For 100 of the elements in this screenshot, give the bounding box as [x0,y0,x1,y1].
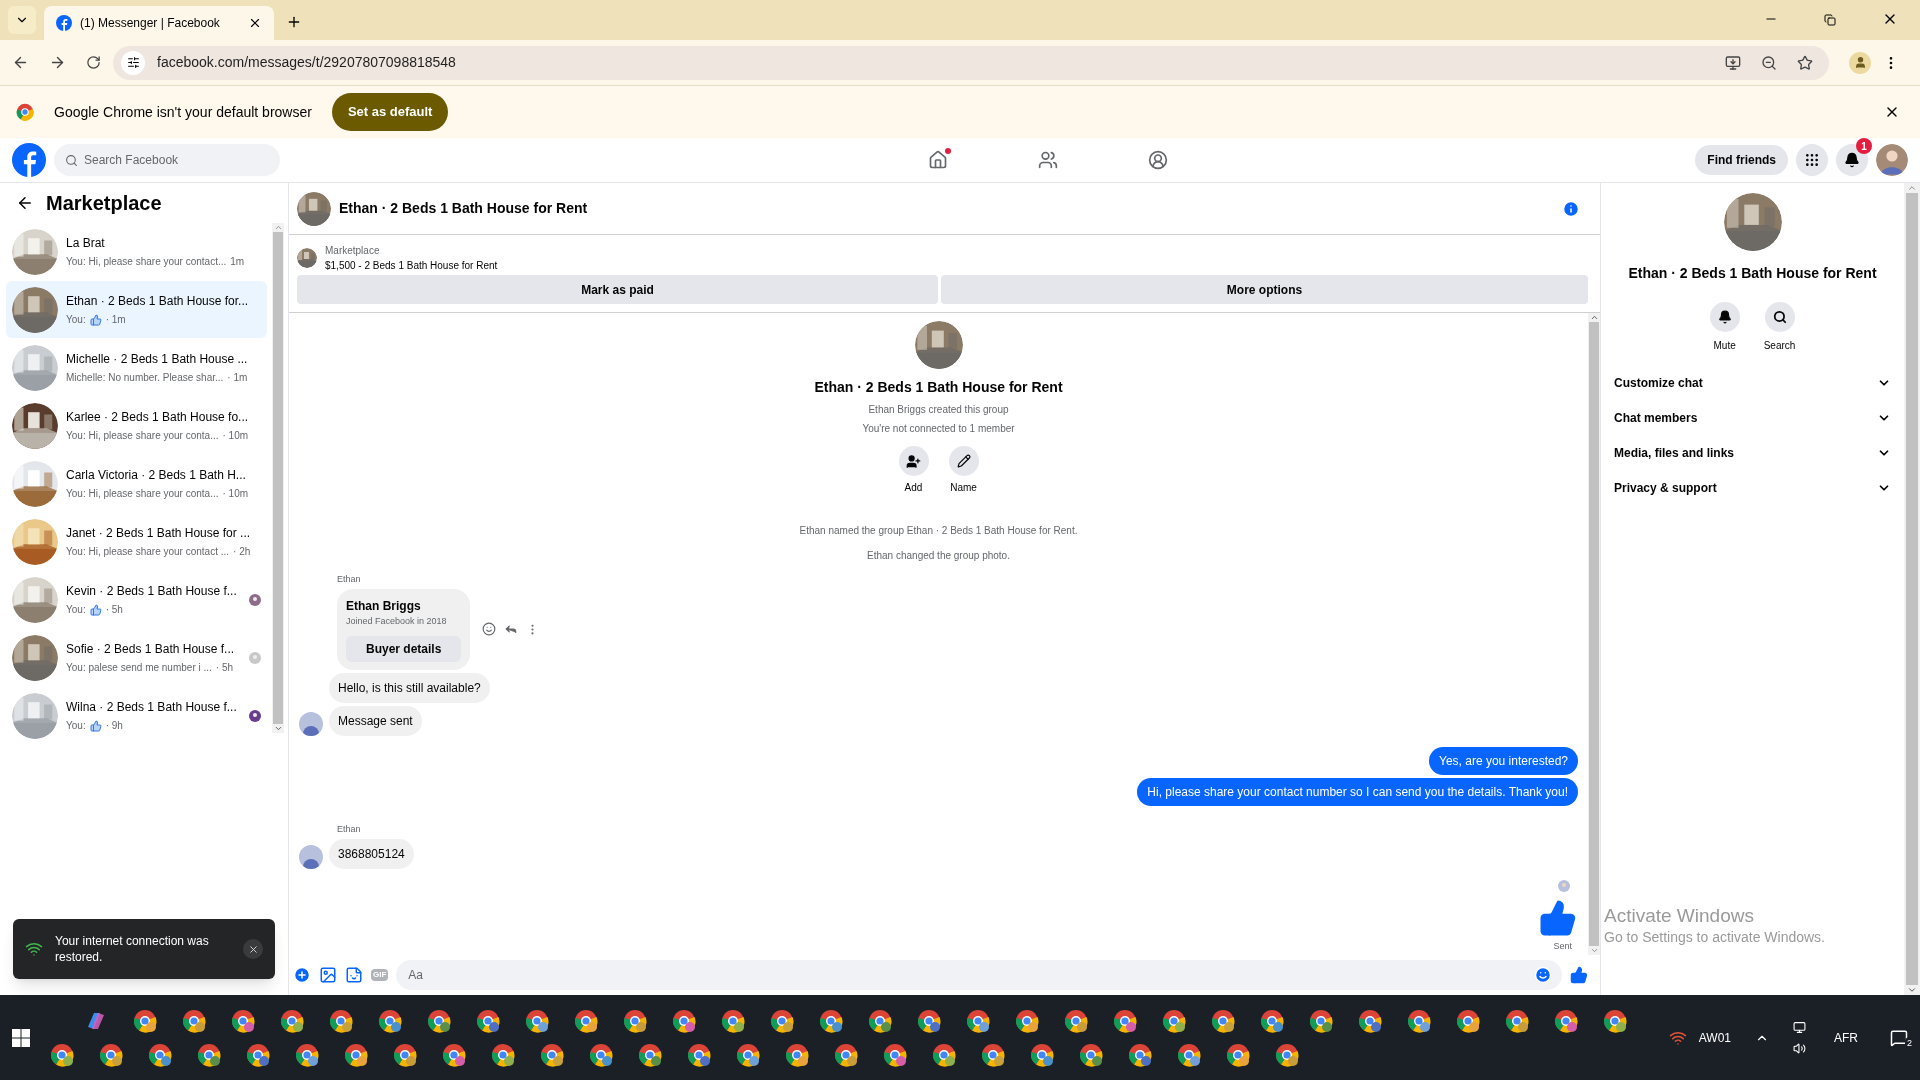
add-icon[interactable] [293,966,311,984]
listing-action-button[interactable]: More options [941,275,1588,304]
scroll-down-icon[interactable] [1907,985,1917,995]
browser-icon[interactable] [1407,1008,1431,1033]
display-icon[interactable] [1793,1020,1806,1034]
browser-icon[interactable] [623,1008,647,1033]
browser-icon[interactable] [736,1042,760,1067]
scrollbar[interactable] [1588,313,1600,955]
browser-icon[interactable] [476,1008,500,1033]
browser-icon[interactable] [1211,1008,1235,1033]
browser-icon[interactable] [932,1042,956,1067]
close-toast-button[interactable] [243,939,263,959]
browser-tab[interactable]: (1) Messenger | Facebook [44,6,274,40]
conversation-item[interactable]: La Brat You: Hi, please share your contact... 1m [6,223,267,280]
scroll-up-icon[interactable] [1589,313,1599,322]
scrollbar[interactable] [272,223,284,733]
browser-icon[interactable] [687,1042,711,1067]
browser-icon[interactable] [1260,1008,1284,1033]
search-field[interactable]: Search Facebook [54,144,280,176]
language-label[interactable]: AFR [1834,1028,1858,1047]
browser-icon[interactable] [966,1008,990,1033]
groups-icon[interactable] [1147,150,1168,170]
conversation-item[interactable]: Ethan · 2 Beds 1 Bath House for... You: · 1m [6,281,267,338]
browser-icon[interactable] [574,1008,598,1033]
like-button-icon[interactable] [1570,966,1588,984]
site-settings-icon[interactable] [126,56,140,69]
browser-icon[interactable] [1226,1042,1250,1067]
conversation-item[interactable]: Carla Victoria · 2 Beds 1 Bath H... You: Hi, please share your conta... · 10m [6,455,267,512]
react-icon[interactable] [482,622,497,637]
browser-icon[interactable] [525,1008,549,1033]
browser-icon[interactable] [721,1008,745,1033]
browser-icon[interactable] [868,1008,892,1033]
browser-icon[interactable] [770,1008,794,1033]
info-icon[interactable] [1562,199,1580,218]
scroll-down-icon[interactable] [273,724,283,733]
set-default-button[interactable]: Set as default [331,93,449,131]
forward-icon[interactable] [49,54,66,71]
notification-center-icon[interactable] [1890,1028,1908,1047]
browser-icon[interactable] [99,1042,123,1067]
browser-icon[interactable] [540,1042,564,1067]
browser-icon[interactable] [231,1008,255,1033]
address-bar[interactable]: facebook.com/messages/t/29207807098818548 [113,45,1829,80]
browser-icon[interactable] [917,1008,941,1033]
browser-icon[interactable] [1309,1008,1333,1033]
browser-icon[interactable] [295,1042,319,1067]
browser-icon[interactable] [148,1042,172,1067]
browser-icon[interactable] [1603,1008,1627,1033]
browser-icon[interactable] [672,1008,696,1033]
facebook-logo-icon[interactable] [12,143,46,177]
windows-start-icon[interactable] [12,1028,30,1047]
browser-icon[interactable] [344,1042,368,1067]
conversation-item[interactable]: Karlee · 2 Beds 1 Bath House fo... You: Hi, please share your conta... · 10m [6,397,267,454]
back-icon[interactable] [16,194,34,212]
browser-icon[interactable] [589,1042,613,1067]
browser-icon[interactable] [981,1042,1005,1067]
sticker-icon[interactable] [345,966,363,984]
browser-icon[interactable] [491,1042,515,1067]
find-friends-button[interactable]: Find friends [1695,145,1788,175]
scrollbar[interactable] [1904,183,1920,995]
conversation-item[interactable]: Janet · 2 Beds 1 Bath House for ... You: Hi, please share your contact ... · 2h [6,513,267,570]
friends-icon[interactable] [1037,150,1058,170]
menu-button[interactable] [1796,144,1828,176]
details-section[interactable]: Chat members [1611,400,1894,435]
details-section[interactable]: Customize chat [1611,365,1894,400]
bookmark-icon[interactable] [1797,54,1813,71]
profile-button[interactable] [1849,51,1871,74]
browser-icon[interactable] [182,1008,206,1033]
details-section[interactable]: Privacy & support [1611,470,1894,505]
buyer-details-button[interactable]: Buyer details [346,636,462,662]
browser-icon[interactable] [1015,1008,1039,1033]
browser-icon[interactable] [1064,1008,1088,1033]
browser-icon[interactable] [638,1042,662,1067]
browser-icon[interactable] [378,1008,402,1033]
zoom-icon[interactable] [1761,54,1777,71]
browser-icon[interactable] [1505,1008,1529,1033]
browser-icon[interactable] [1554,1008,1578,1033]
browser-icon[interactable] [1177,1042,1201,1067]
back-icon[interactable] [12,54,29,71]
browser-icon[interactable] [329,1008,353,1033]
browser-icon[interactable] [1358,1008,1382,1033]
browser-icon[interactable] [1275,1042,1299,1067]
browser-icon[interactable] [834,1042,858,1067]
conversation-item[interactable]: Michelle · 2 Beds 1 Bath House ... Michelle: No number. Please shar... · 1m [6,339,267,396]
browser-icon[interactable] [393,1042,417,1067]
browser-icon[interactable] [883,1042,907,1067]
browser-icon[interactable] [1128,1042,1152,1067]
photo-icon[interactable] [319,966,337,984]
conversation-item[interactable]: Wilna · 2 Beds 1 Bath House f... You: · 9h [6,687,267,744]
browser-icon[interactable] [427,1008,451,1033]
browser-icon[interactable] [1162,1008,1186,1033]
browser-icon[interactable] [785,1042,809,1067]
notifications-button[interactable] [1836,144,1868,176]
browser-icon[interactable] [133,1008,157,1033]
home-icon[interactable] [927,150,948,170]
browser-icon[interactable] [50,1042,74,1067]
install-icon[interactable] [1725,54,1741,71]
browser-icon[interactable] [1456,1008,1480,1033]
details-section[interactable]: Media, files and links [1611,435,1894,470]
reload-icon[interactable] [86,55,101,70]
conversation-item[interactable]: Sofie · 2 Beds 1 Bath House f... You: palese send me number i ... · 5h [6,629,267,686]
